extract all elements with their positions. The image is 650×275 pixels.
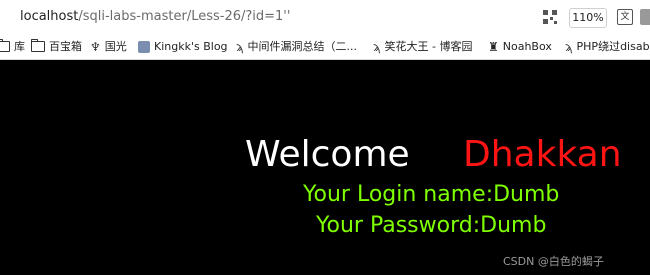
- url-host: localhost: [20, 9, 79, 24]
- password-text: Your Password:Dumb: [316, 213, 547, 238]
- bookmark-label: 库: [14, 40, 25, 53]
- site-icon: ϡ: [373, 40, 381, 54]
- bookmark-kingkk[interactable]: Kingkk's Blog: [138, 39, 228, 55]
- bookmark-label: NoahBox: [502, 40, 552, 53]
- address-bar[interactable]: localhost/sqli-labs-master/Less-26/?id=1…: [20, 9, 290, 24]
- dhakkan-text: Dhakkan: [463, 134, 622, 175]
- site-icon: ϡ: [565, 40, 573, 54]
- qr-code-icon[interactable]: [543, 10, 557, 24]
- zoom-indicator[interactable]: 110%: [569, 8, 607, 28]
- folder-icon: [31, 38, 45, 52]
- url-path: /sqli-labs-master/Less-26/?id=1'': [78, 9, 291, 24]
- bookmark-baibaoxiang[interactable]: 百宝箱: [31, 38, 82, 55]
- folder-icon: [0, 38, 10, 52]
- browser-toolbar: localhost/sqli-labs-master/Less-26/?id=1…: [0, 0, 650, 34]
- site-icon: ϡ: [236, 40, 244, 54]
- bookmark-guoguang[interactable]: ♆ 国光: [90, 39, 127, 55]
- bookmark-noahbox[interactable]: ♜ NoahBox: [488, 39, 552, 55]
- site-icon: [138, 41, 150, 53]
- bookmark-label: 国光: [104, 40, 127, 53]
- watermark: CSDN @白色的蝎子: [503, 255, 604, 268]
- bookmark-label: 中间件漏洞总结（二...: [247, 40, 358, 53]
- bookmark-ku[interactable]: 库: [0, 38, 25, 55]
- bookmark-xiaohua[interactable]: ϡ 笑花大王 - 博客园: [373, 39, 473, 55]
- bookmark-php[interactable]: ϡ PHP绕过disab: [565, 39, 650, 55]
- bookmark-middleware[interactable]: ϡ 中间件漏洞总结（二...: [236, 39, 357, 55]
- bookmark-label: 笑花大王 - 博客园: [384, 40, 473, 53]
- bookmarks-bar: 库 百宝箱 ♆ 国光 Kingkk's Blog ϡ 中间件漏洞总结（二... ϡ笑…: [0, 34, 650, 60]
- welcome-text: Welcome: [245, 134, 410, 175]
- bookmark-label: Kingkk's Blog: [154, 40, 228, 53]
- bookmark-label: 百宝箱: [49, 40, 82, 53]
- login-name-text: Your Login name:Dumb: [303, 182, 560, 207]
- translate-icon[interactable]: 文: [617, 9, 633, 25]
- bookmark-label: PHP绕过disab: [576, 40, 650, 53]
- extension-icon[interactable]: [640, 9, 650, 25]
- gene-icon: ♆: [90, 40, 101, 54]
- site-icon: ♜: [488, 40, 499, 54]
